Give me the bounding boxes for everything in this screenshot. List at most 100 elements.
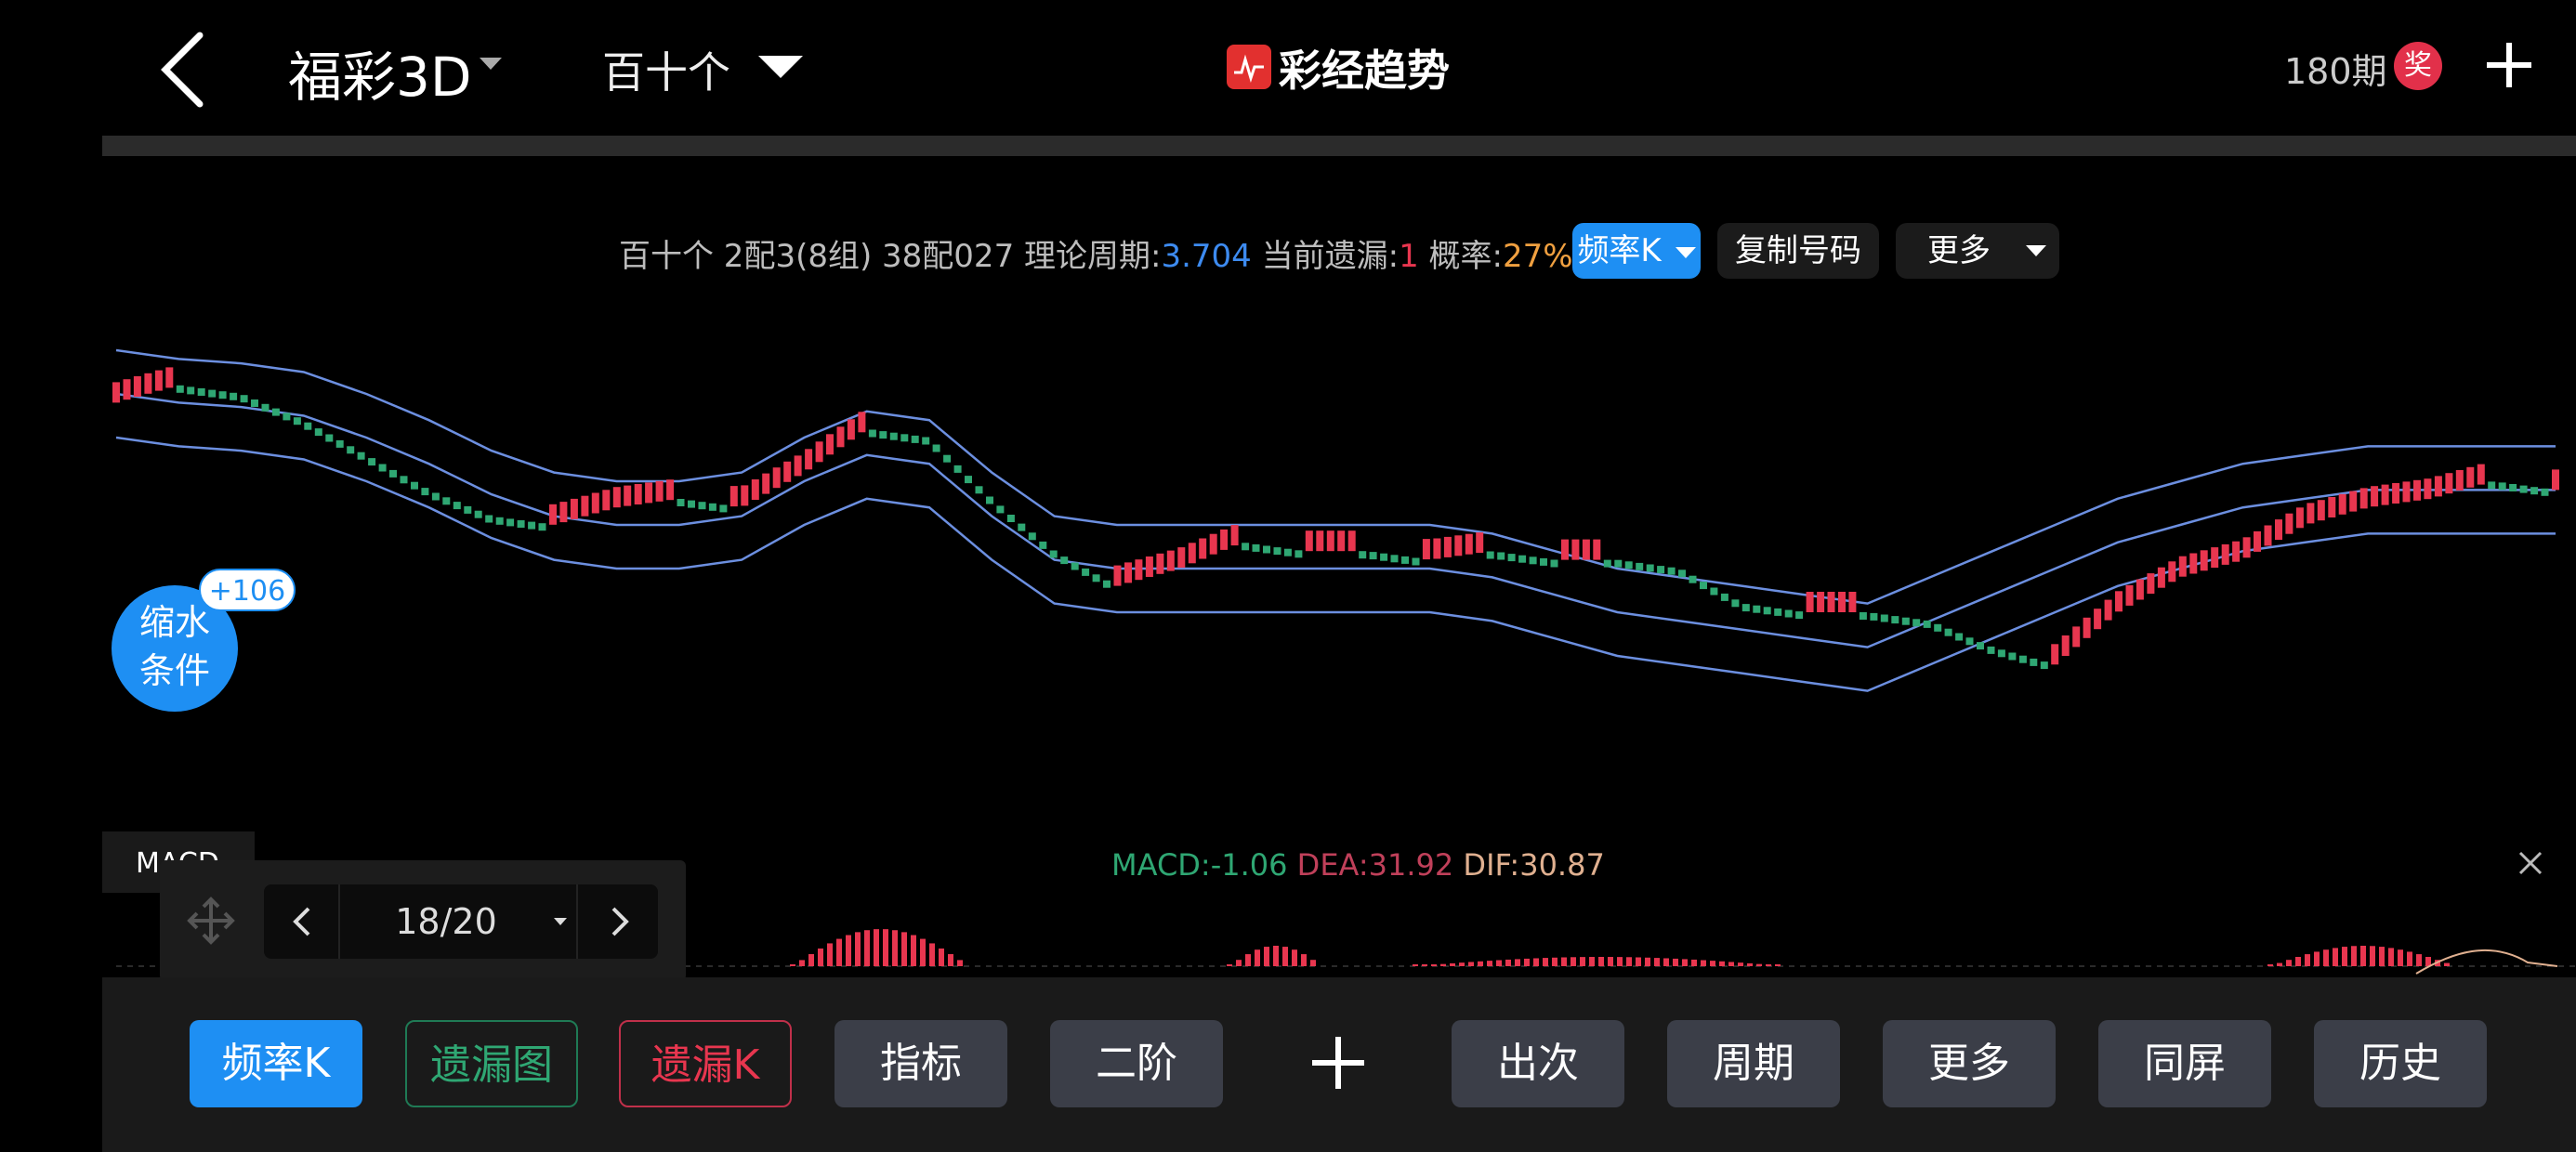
- k-candle: [943, 454, 952, 463]
- k-candle: [965, 476, 972, 484]
- macd-bar: [2398, 949, 2403, 966]
- k-candle: [2072, 626, 2081, 648]
- macd-bar: [1626, 957, 1632, 966]
- macd-bar: [2333, 948, 2338, 966]
- second-order-button[interactable]: 二阶: [1050, 1020, 1223, 1107]
- k-candle: [176, 385, 184, 393]
- missing-chart-button[interactable]: 遗漏图: [405, 1020, 578, 1107]
- add-icon[interactable]: [1308, 1033, 1368, 1093]
- macd-bar: [1691, 959, 1697, 966]
- k-candle: [2083, 617, 2091, 638]
- macd-bar: [855, 932, 861, 966]
- macd-bar: [1505, 959, 1511, 966]
- k-candle: [154, 370, 163, 391]
- k-candle: [1912, 619, 1921, 627]
- move-icon[interactable]: [184, 894, 238, 948]
- macd-bar: [2342, 947, 2347, 966]
- macd-bar: [2295, 957, 2301, 966]
- k-candle: [2094, 609, 2102, 630]
- macd-bar: [1552, 957, 1557, 966]
- macd-bar: [2277, 962, 2282, 966]
- k-candle: [1944, 628, 1952, 636]
- k-candle: [2211, 547, 2219, 569]
- more-button[interactable]: 更多: [1883, 1020, 2056, 1107]
- k-candle: [986, 496, 993, 504]
- k-candle: [2317, 500, 2325, 521]
- k-candle: [2445, 473, 2453, 494]
- k-candle: [688, 500, 695, 508]
- macd-bar: [1431, 964, 1437, 966]
- k-candle: [1422, 539, 1430, 560]
- k-candle: [858, 412, 866, 433]
- k-candle: [2147, 573, 2155, 595]
- macd-bar: [864, 930, 870, 966]
- k-candle: [677, 499, 685, 506]
- k-candle: [1817, 592, 1825, 612]
- same-screen-button[interactable]: 同屏: [2098, 1020, 2271, 1107]
- k-candle: [805, 449, 813, 470]
- dif-value: DIF:30.87: [1463, 847, 1605, 883]
- k-candle: [1135, 559, 1143, 581]
- k-candle: [1252, 543, 1260, 552]
- missing-k-button[interactable]: 遗漏K: [619, 1020, 792, 1107]
- appear-count-button[interactable]: 出次: [1452, 1020, 1624, 1107]
- chevron-left-icon[interactable]: [284, 903, 322, 940]
- macd-bar: [1440, 963, 1446, 966]
- macd-bar: [2379, 947, 2385, 966]
- k-candle: [1071, 562, 1079, 570]
- macd-bar: [883, 929, 888, 966]
- macd-bar: [1478, 961, 1483, 966]
- macd-bar: [1543, 958, 1548, 966]
- k-candle: [230, 392, 238, 400]
- k-candle: [1955, 633, 1964, 641]
- close-icon[interactable]: [2515, 847, 2546, 879]
- k-candle: [741, 485, 749, 506]
- k-candle: [495, 517, 504, 525]
- page-number[interactable]: 18/20: [335, 884, 558, 959]
- k-candle: [1571, 539, 1580, 560]
- macd-bar: [901, 932, 907, 966]
- k-candle: [826, 434, 834, 455]
- k-candle: [975, 486, 983, 494]
- macd-bar: [1273, 946, 1279, 966]
- k-candle: [453, 502, 461, 510]
- macd-value: MACD:-1.06: [1111, 847, 1288, 883]
- k-candle: [2030, 658, 2038, 666]
- k-candle: [1113, 565, 1122, 586]
- chevron-right-icon[interactable]: [600, 903, 637, 940]
- k-candle: [1593, 539, 1601, 560]
- k-candle: [347, 446, 355, 454]
- macd-bar: [1524, 958, 1530, 966]
- k-candle: [2349, 491, 2358, 512]
- history-button[interactable]: 历史: [2314, 1020, 2487, 1107]
- k-candle: [2371, 486, 2379, 507]
- band-lower-line: [115, 436, 2556, 692]
- k-candle: [868, 429, 876, 438]
- k-candle: [1443, 536, 1452, 557]
- k-candle: [900, 434, 909, 442]
- caret-down-icon[interactable]: [554, 918, 567, 925]
- band-middle-line: [115, 392, 2556, 648]
- macd-bar: [2323, 949, 2329, 966]
- k-candle: [1657, 566, 1665, 574]
- k-candle: [517, 520, 525, 528]
- k-candle: [2552, 469, 2559, 491]
- shrink-count-badge: +106: [199, 569, 296, 611]
- indicator-button[interactable]: 指标: [835, 1020, 1007, 1107]
- period-button[interactable]: 周期: [1667, 1020, 1840, 1107]
- freq-k-button[interactable]: 频率K: [190, 1020, 362, 1107]
- k-candle: [1454, 535, 1463, 556]
- k-candle: [1987, 646, 1995, 654]
- k-candle: [133, 376, 141, 397]
- macd-bar: [2444, 962, 2450, 966]
- macd-bar: [2370, 946, 2375, 966]
- macd-bar: [1756, 963, 1762, 966]
- k-candle: [911, 435, 919, 443]
- macd-bar: [1245, 954, 1251, 966]
- macd-bar: [1654, 958, 1660, 966]
- k-candle: [1614, 559, 1623, 568]
- k-candle: [1870, 612, 1878, 621]
- k-candle: [1145, 556, 1153, 577]
- macd-bar: [1719, 961, 1725, 966]
- macd-bar: [1422, 964, 1427, 966]
